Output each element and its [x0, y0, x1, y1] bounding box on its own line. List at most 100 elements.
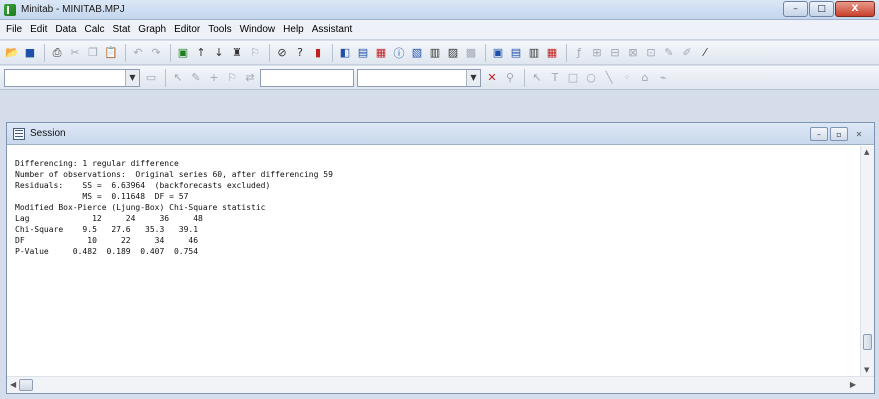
window-title: Minitab - MINITAB.MPJ [21, 4, 125, 15]
menu-calc[interactable]: Calc [84, 24, 104, 35]
session-window-controls: – ▫ ✕ [808, 127, 868, 141]
replace-icon[interactable]: ⚐ [247, 45, 263, 61]
brush-icon[interactable]: ✎ [661, 45, 677, 61]
help-icon[interactable]: ? [292, 45, 308, 61]
polygon-tool-icon[interactable]: ⌂ [637, 70, 653, 86]
marker-tool-icon[interactable]: ◦ [619, 70, 635, 86]
info-icon[interactable]: ⓘ [391, 45, 407, 61]
select-arrow-icon[interactable]: ↖ [170, 70, 186, 86]
output-line: P-Value 0.482 0.189 0.407 0.754 [15, 247, 199, 256]
find-icon[interactable]: ♜ [229, 45, 245, 61]
output-line: Differencing: 1 regular difference [15, 159, 179, 168]
minimize-button[interactable]: – [783, 1, 808, 17]
print-icon[interactable]: ⎙ [49, 45, 65, 61]
chevron-down-icon[interactable]: ▼ [466, 69, 480, 86]
line-tool-icon[interactable]: ╲ [601, 70, 617, 86]
ellipse-tool-icon[interactable]: ○ [583, 70, 599, 86]
menu-window[interactable]: Window [240, 24, 276, 35]
tile-icon[interactable]: ▣ [490, 45, 506, 61]
stat-guide-icon[interactable]: ▮ [310, 45, 326, 61]
undo-icon[interactable]: ↶ [130, 45, 146, 61]
copy-icon[interactable]: ❐ [85, 45, 101, 61]
exchange-icon[interactable]: ⇄ [242, 70, 258, 86]
close-button[interactable]: X [835, 1, 875, 17]
insert-rows-icon[interactable]: ⊞ [589, 45, 605, 61]
output-line: DF 10 22 34 46 [15, 236, 199, 245]
menu-data[interactable]: Data [55, 24, 76, 35]
show-session-folder-icon[interactable]: ◧ [337, 45, 353, 61]
horizontal-scrollbar[interactable]: ◀ ▶ [7, 376, 874, 393]
graph-toolbar: ▼ ▭ ↖ ✎ + ⚐ ⇄ ▼ ✕ ⚲ ↖ T □ ○ ╲ ◦ ⌂ ⌁ [0, 66, 879, 90]
menu-help[interactable]: Help [283, 24, 304, 35]
report-pad-icon[interactable]: ▨ [445, 45, 461, 61]
redo-icon[interactable]: ↷ [148, 45, 164, 61]
vertical-scrollbar[interactable]: ▲ ▼ [860, 146, 874, 376]
formula-icon[interactable]: ƒ [571, 45, 587, 61]
session-window: Session – ▫ ✕ Differencing: 1 regular di… [6, 122, 875, 394]
scroll-up-icon[interactable]: ▲ [864, 148, 869, 156]
session-output[interactable]: Differencing: 1 regular difference Numbe… [7, 146, 859, 374]
delete-x-icon[interactable]: ✕ [484, 70, 500, 86]
flag-icon[interactable]: ⚐ [224, 70, 240, 86]
scroll-right-icon[interactable]: ▶ [850, 380, 856, 389]
open-folder-icon[interactable]: 📂 [4, 45, 20, 61]
paste-icon[interactable]: 📋 [103, 45, 119, 61]
related-documents-icon[interactable]: ▩ [463, 45, 479, 61]
session-restore-button[interactable]: ▫ [830, 127, 848, 141]
vertical-scroll-thumb[interactable] [863, 334, 872, 350]
cut-icon[interactable]: ✂ [67, 45, 83, 61]
graph-icon[interactable]: ▭ [143, 70, 159, 86]
session-title-bar: Session – ▫ ✕ [7, 123, 874, 145]
scroll-down-icon[interactable]: ▼ [864, 366, 869, 374]
move-down-icon[interactable]: ↓ [211, 45, 227, 61]
project-manager-icon[interactable]: ▦ [544, 45, 560, 61]
menu-stat[interactable]: Stat [113, 24, 131, 35]
brush-tool-icon[interactable]: ✎ [188, 70, 204, 86]
edit-last-dialog-icon[interactable]: ▣ [175, 45, 191, 61]
rectangle-tool-icon[interactable]: □ [565, 70, 581, 86]
menu-assistant[interactable]: Assistant [312, 24, 353, 35]
chevron-down-icon[interactable]: ▼ [125, 69, 139, 86]
session-title: Session [30, 128, 66, 139]
font-combo[interactable] [260, 68, 354, 87]
output-line: Modified Box-Pierce (Ljung-Box) Chi-Squa… [15, 203, 266, 212]
graph-folder-icon[interactable]: ▥ [427, 45, 443, 61]
session-icon [13, 127, 25, 140]
clear-cells-icon[interactable]: ⊡ [643, 45, 659, 61]
save-icon[interactable]: ■ [22, 45, 38, 61]
arrange-icon[interactable]: ▥ [526, 45, 542, 61]
crosshair-icon[interactable]: + [206, 70, 222, 86]
cascade-icon[interactable]: ▤ [508, 45, 524, 61]
maximize-button[interactable]: □ [809, 1, 834, 17]
annotate-icon[interactable]: ✐ [679, 45, 695, 61]
move-up-icon[interactable]: ↑ [193, 45, 209, 61]
output-line: Chi-Square 9.5 27.6 35.3 39.1 [15, 225, 199, 234]
menu-graph[interactable]: Graph [138, 24, 166, 35]
scroll-left-icon[interactable]: ◀ [10, 380, 16, 389]
pen-icon[interactable]: ⁄ [697, 45, 713, 61]
title-bar: Minitab - MINITAB.MPJ – □ X [0, 0, 879, 20]
horizontal-scroll-thumb[interactable] [19, 379, 33, 391]
output-line: Lag 12 24 36 48 [15, 214, 203, 223]
output-line: MS = 0.11648 DF = 57 [15, 192, 189, 201]
insert-columns-icon[interactable]: ⊟ [607, 45, 623, 61]
text-tool-icon[interactable]: T [547, 70, 563, 86]
output-line: Residuals: SS = 6.63964 (backforecasts e… [15, 181, 271, 190]
session-close-button[interactable]: ✕ [850, 127, 868, 141]
data-window-icon[interactable]: ▦ [373, 45, 389, 61]
cancel-icon[interactable]: ⊘ [274, 45, 290, 61]
pointer-icon[interactable]: ↖ [529, 70, 545, 86]
standard-toolbar: 📂 ■ ⎙ ✂ ❐ 📋 ↶ ↷ ▣ ↑ ↓ ♜ ⚐ ⊘ ? ▮ ◧ ▤ ▦ ⓘ … [0, 41, 879, 65]
session-window-icon[interactable]: ▤ [355, 45, 371, 61]
menu-tools[interactable]: Tools [208, 24, 231, 35]
menu-editor[interactable]: Editor [174, 24, 200, 35]
session-minimize-button[interactable]: – [810, 127, 828, 141]
menu-file[interactable]: File [6, 24, 22, 35]
insert-cells-icon[interactable]: ⊠ [625, 45, 641, 61]
worksheet-combo[interactable]: ▼ [4, 68, 140, 87]
history-icon[interactable]: ▧ [409, 45, 425, 61]
menu-edit[interactable]: Edit [30, 24, 47, 35]
zoom-icon[interactable]: ⚲ [502, 70, 518, 86]
polyline-tool-icon[interactable]: ⌁ [655, 70, 671, 86]
size-combo[interactable]: ▼ [357, 68, 481, 87]
